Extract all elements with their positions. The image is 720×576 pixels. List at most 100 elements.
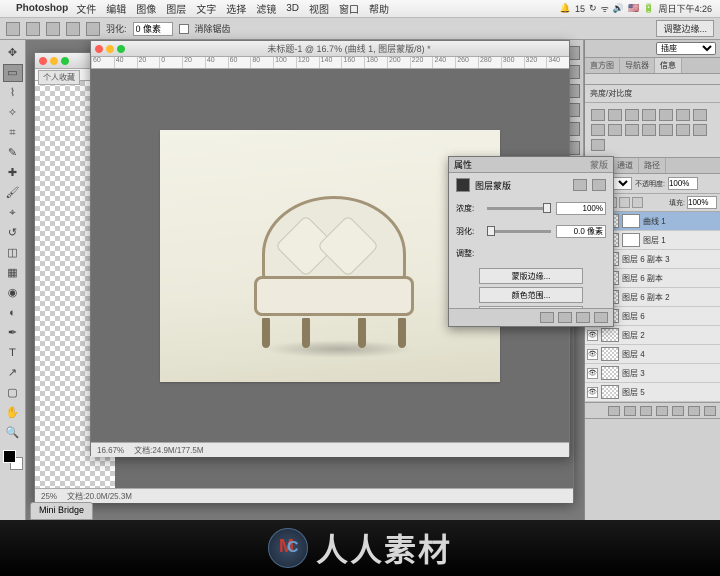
feather-input[interactable] — [133, 22, 173, 36]
layer-name[interactable]: 图层 6 副本 — [622, 273, 718, 284]
layer-name[interactable]: 曲线 1 — [643, 216, 718, 227]
marquee-tool-icon[interactable]: ▭ — [3, 64, 23, 82]
adj-thresh-icon[interactable] — [676, 124, 690, 136]
marquee-new-icon[interactable] — [26, 22, 40, 36]
load-sel-icon[interactable] — [540, 312, 554, 323]
menu-select[interactable]: 选择 — [226, 1, 246, 16]
menu-3d[interactable]: 3D — [286, 3, 299, 14]
layer-name[interactable]: 图层 6 副本 2 — [622, 292, 718, 303]
fx-icon[interactable] — [624, 406, 636, 416]
clock[interactable]: 周日下午4:26 — [658, 2, 712, 15]
feather-slider[interactable] — [487, 230, 551, 233]
adj-invert-icon[interactable] — [642, 124, 656, 136]
zoom-icon[interactable] — [117, 45, 125, 53]
history-brush-icon[interactable]: ↺ — [3, 224, 23, 242]
marquee-add-icon[interactable] — [46, 22, 60, 36]
menu-window[interactable]: 窗口 — [339, 1, 359, 16]
visibility-icon[interactable]: 👁 — [587, 349, 598, 360]
adj-vibrance-icon[interactable] — [659, 109, 673, 121]
refine-edge-button[interactable]: 调整边缘... — [656, 20, 714, 37]
marquee-sub-icon[interactable] — [66, 22, 80, 36]
adj-curves-icon[interactable] — [625, 109, 639, 121]
menu-help[interactable]: 帮助 — [369, 1, 389, 16]
mini-bridge-tab[interactable]: Mini Bridge — [30, 502, 93, 520]
mask-edge-button[interactable]: 蒙版边缘... — [479, 268, 583, 284]
zoom-tool-icon[interactable]: 🔍 — [3, 424, 23, 442]
delete-mask-icon[interactable] — [594, 312, 608, 323]
type-tool-icon[interactable]: T — [3, 344, 23, 362]
menu-file[interactable]: 文件 — [76, 1, 96, 16]
layer-row[interactable]: 👁 图层 5 — [585, 383, 720, 402]
tab-histogram[interactable]: 直方图 — [585, 58, 620, 73]
adj-bw-icon[interactable] — [693, 109, 707, 121]
layer-name[interactable]: 图层 1 — [643, 235, 718, 246]
notif-icon[interactable]: 🔔 — [560, 3, 571, 14]
wifi-icon[interactable]: ᯤ — [601, 2, 609, 15]
workspace-select[interactable]: 插座 — [656, 42, 716, 55]
layer-name[interactable]: 图层 3 — [622, 368, 718, 379]
menu-type[interactable]: 文字 — [196, 1, 216, 16]
eyedropper-tool-icon[interactable]: ✎ — [3, 144, 23, 162]
zoom-back[interactable]: 25% — [41, 492, 57, 501]
sync-icon[interactable]: ↻ — [589, 3, 597, 14]
adj-poster-icon[interactable] — [659, 124, 673, 136]
blur-tool-icon[interactable]: ◉ — [3, 284, 23, 302]
adj-grad-icon[interactable] — [693, 124, 707, 136]
tab-channels[interactable]: 通道 — [612, 158, 639, 173]
disable-mask-icon[interactable] — [576, 312, 590, 323]
tab-navigator[interactable]: 导航器 — [620, 58, 655, 73]
ruler-front[interactable]: 6040200204060801001201401601802002202402… — [91, 57, 569, 69]
mask-icon[interactable] — [640, 406, 652, 416]
adj-select-icon[interactable] — [591, 139, 605, 151]
menu-filter[interactable]: 滤镜 — [256, 1, 276, 16]
props-feather-input[interactable] — [556, 225, 606, 238]
adj-photo-icon[interactable] — [591, 124, 605, 136]
stamp-tool-icon[interactable]: ⌖ — [3, 204, 23, 222]
brush-tool-icon[interactable]: 🖌 — [3, 184, 23, 202]
menu-view[interactable]: 视图 — [309, 1, 329, 16]
adj-hue-icon[interactable] — [676, 109, 690, 121]
path-tool-icon[interactable]: ↗ — [3, 364, 23, 382]
color-range-button[interactable]: 颜色范围... — [479, 287, 583, 303]
app-name[interactable]: Photoshop — [16, 3, 68, 14]
heal-tool-icon[interactable]: ✚ — [3, 164, 23, 182]
shape-tool-icon[interactable]: ▢ — [3, 384, 23, 402]
lock-all-icon[interactable] — [632, 197, 643, 208]
volume-icon[interactable]: 🔊 — [613, 3, 624, 14]
menu-image[interactable]: 图像 — [136, 1, 156, 16]
group-icon[interactable] — [672, 406, 684, 416]
zoom-front[interactable]: 16.67% — [97, 446, 124, 455]
layer-name[interactable]: 图层 5 — [622, 387, 718, 398]
visibility-icon[interactable]: 👁 — [587, 330, 598, 341]
lock-position-icon[interactable] — [619, 197, 630, 208]
density-input[interactable] — [556, 202, 606, 215]
opacity-input[interactable] — [668, 177, 698, 190]
visibility-icon[interactable]: 👁 — [587, 387, 598, 398]
layer-name[interactable]: 图层 2 — [622, 330, 718, 341]
layer-name[interactable]: 图层 6 — [622, 311, 718, 322]
crop-tool-icon[interactable]: ⌗ — [3, 124, 23, 142]
doc-back-tab[interactable]: 个人收藏 — [38, 70, 80, 85]
minimize-icon[interactable] — [50, 57, 58, 65]
layer-name[interactable]: 图层 4 — [622, 349, 718, 360]
zoom-icon[interactable] — [61, 57, 69, 65]
visibility-icon[interactable]: 👁 — [587, 368, 598, 379]
tab-info[interactable]: 信息 — [655, 58, 682, 73]
marquee-int-icon[interactable] — [86, 22, 100, 36]
adj-mixer-icon[interactable] — [608, 124, 622, 136]
wand-tool-icon[interactable]: ✧ — [3, 104, 23, 122]
close-icon[interactable] — [39, 57, 47, 65]
antialias-checkbox[interactable] — [179, 24, 189, 34]
vector-mask-icon[interactable] — [592, 179, 606, 191]
move-tool-icon[interactable]: ✥ — [3, 44, 23, 62]
adj-layer-icon[interactable] — [656, 406, 668, 416]
menu-layer[interactable]: 图层 — [166, 1, 186, 16]
tool-preset-icon[interactable] — [6, 22, 20, 36]
properties-panel[interactable]: 属性 蒙版 图层蒙版 浓度: 羽化: 调整: 蒙版边缘... 颜色范围... 反… — [448, 156, 614, 327]
density-slider[interactable] — [487, 207, 551, 210]
layer-name[interactable]: 图层 6 副本 3 — [622, 254, 718, 265]
lasso-tool-icon[interactable]: ⌇ — [3, 84, 23, 102]
layer-row[interactable]: 👁 图层 3 — [585, 364, 720, 383]
gradient-tool-icon[interactable]: ▦ — [3, 264, 23, 282]
pixel-mask-icon[interactable] — [573, 179, 587, 191]
